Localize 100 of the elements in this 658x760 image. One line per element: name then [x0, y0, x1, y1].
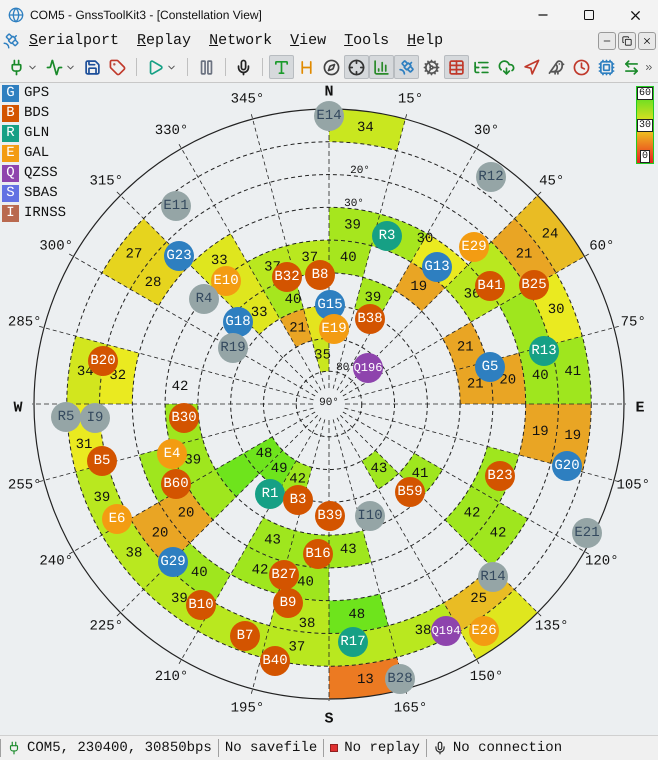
satellite-label: B16 — [305, 546, 331, 562]
close-icon — [642, 36, 652, 46]
satellite-label: R1 — [262, 486, 278, 502]
satellite-label: Q194 — [432, 624, 460, 638]
menu-item[interactable]: Tools — [341, 30, 392, 52]
cell-value: 19 — [564, 428, 582, 444]
mdi-restore-button[interactable] — [618, 32, 636, 50]
cell-value: 39 — [184, 452, 202, 468]
cell-value: 33 — [210, 252, 228, 269]
mdi-close-button[interactable] — [638, 32, 656, 50]
satellite-label: Q196 — [354, 361, 382, 375]
satellite-label: R19 — [220, 340, 246, 356]
azimuth-label: 105° — [616, 478, 650, 494]
satellite-label: G5 — [482, 359, 498, 375]
satellite-label: E26 — [471, 623, 497, 639]
pause-icon — [198, 58, 215, 76]
satellite-label: B9 — [280, 595, 296, 611]
azimuth-label: 150° — [470, 668, 504, 685]
cell-value: 40 — [190, 565, 208, 582]
cell-value: 27 — [126, 246, 142, 262]
play-icon — [146, 58, 164, 76]
tag-icon — [109, 58, 126, 76]
bar-chart-icon — [373, 58, 390, 76]
menu-item[interactable]: View — [287, 30, 330, 52]
status-text: No connection — [452, 738, 562, 758]
azimuth-label: 300° — [39, 238, 73, 254]
cog-icon — [423, 58, 440, 76]
elevation-label: 20° — [350, 165, 370, 177]
legend-label: QZSS — [24, 165, 58, 182]
cell-value: 39 — [344, 217, 361, 234]
cell-value: 42 — [172, 379, 188, 395]
letter-t-icon — [273, 58, 290, 76]
compass-icon — [323, 58, 340, 76]
satellite-label: B27 — [271, 567, 297, 583]
cell-value: 43 — [370, 461, 388, 477]
azimuth-label: 330° — [154, 123, 188, 140]
azimuth-label: 30° — [474, 123, 500, 140]
satellite-icon — [398, 58, 416, 76]
status-text: No savefile — [224, 738, 318, 758]
satellite-label: I9 — [86, 410, 104, 426]
scale-label: 0 — [640, 150, 650, 163]
azimuth-label: 285° — [8, 314, 42, 330]
satellite-label: B20 — [90, 353, 116, 369]
cell-value: 48 — [256, 446, 272, 462]
satellite-label: B25 — [521, 277, 547, 293]
cell-value: 20 — [178, 506, 194, 522]
menu-item[interactable]: Replay — [134, 30, 194, 52]
clock-icon — [573, 58, 590, 76]
satellite-label: R4 — [196, 291, 212, 307]
cell-value: 42 — [490, 526, 506, 542]
cell-value: 39 — [93, 490, 110, 506]
cell-value: 34 — [356, 120, 374, 136]
satellite-label: B28 — [387, 671, 413, 687]
legend-label: BDS — [24, 105, 50, 122]
azimuth-label: 135° — [534, 618, 569, 635]
microphone-icon — [432, 741, 447, 755]
compass-label: W — [14, 400, 22, 416]
cell-value: 21 — [456, 340, 474, 356]
satellite-label: B5 — [94, 453, 110, 469]
cell-value: 39 — [170, 591, 188, 608]
azimuth-label: 225° — [89, 618, 124, 635]
cell-value: 42 — [289, 472, 306, 488]
satellite-label: G20 — [554, 458, 580, 474]
cell-value: 42 — [464, 506, 480, 522]
cell-value: 40 — [284, 292, 302, 308]
compass-label: S — [324, 710, 334, 728]
satellite-label: B38 — [357, 311, 383, 327]
cell-value: 21 — [466, 376, 484, 393]
satellite-label: E19 — [321, 321, 347, 337]
cell-value: 33 — [250, 304, 268, 321]
satellite-label: R12 — [478, 169, 504, 185]
toolbar-button[interactable] — [344, 55, 370, 79]
status-text: No replay — [344, 738, 420, 758]
cell-value: 41 — [412, 466, 428, 482]
satellite-label: B8 — [312, 267, 328, 283]
cell-value: 24 — [542, 226, 558, 242]
cell-value: 38 — [126, 546, 142, 562]
azimuth-label: 255° — [8, 478, 42, 494]
legend-swatch: B — [2, 105, 19, 122]
menu-item[interactable]: Network — [206, 30, 276, 52]
satellite-label: E21 — [574, 525, 600, 541]
cell-value: 49 — [270, 461, 288, 477]
satellite-label: B39 — [317, 508, 343, 524]
tree-icon — [473, 58, 490, 76]
restore-icon — [622, 36, 632, 46]
legend-label: IRNSS — [24, 205, 66, 222]
window-title: COM5 - GnssToolKit3 - [Constellation View] — [30, 7, 262, 24]
satellite-label: B7 — [236, 628, 254, 644]
satellite-label: G15 — [317, 297, 343, 313]
cell-value: 48 — [348, 607, 366, 624]
plug-icon — [7, 741, 21, 755]
satellite-label: B30 — [171, 410, 197, 426]
azimuth-label: 15° — [398, 92, 424, 108]
cloud-download-icon — [498, 58, 516, 76]
menu-item[interactable]: Help — [404, 30, 446, 52]
azimuth-label: 60° — [589, 238, 614, 254]
chip-icon — [598, 58, 616, 76]
crosshair-icon — [348, 58, 366, 76]
menu-item[interactable]: Serialport — [26, 30, 122, 52]
cell-value: 21 — [289, 320, 306, 336]
